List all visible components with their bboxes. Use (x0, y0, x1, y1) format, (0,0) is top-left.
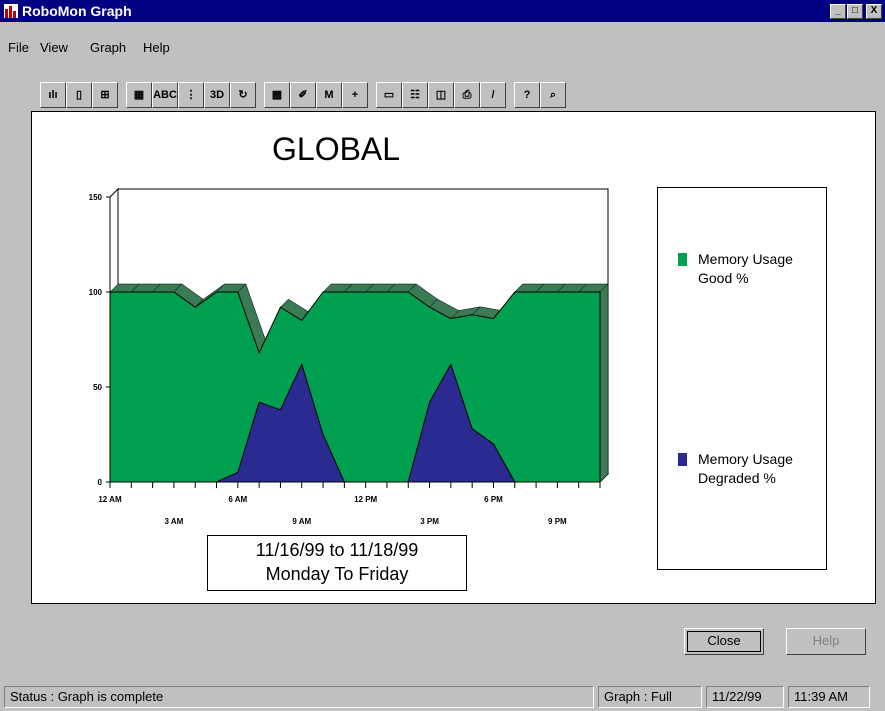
legend-icon: ☷ (410, 89, 420, 101)
date-range-box: 11/16/99 to 11/18/99 Monday To Friday (207, 535, 467, 591)
zoom-button[interactable]: ⌕ (540, 82, 566, 108)
marker-button[interactable]: M (316, 82, 342, 108)
help-button[interactable]: ? (514, 82, 540, 108)
help-button[interactable]: Help (786, 628, 866, 655)
menu-view[interactable]: View (40, 40, 68, 55)
bar-chart-button[interactable]: ılı (40, 82, 66, 108)
legend-swatch-good (678, 253, 687, 266)
title-bar: RoboMon Graph _ □ X (0, 0, 885, 22)
legend-label-degraded: Memory Usage Degraded % (698, 451, 793, 486)
pencil-button[interactable]: / (480, 82, 506, 108)
crosshair-button[interactable]: + (342, 82, 368, 108)
minimize-icon: _ (835, 5, 841, 16)
window-title: RoboMon Graph (22, 3, 132, 19)
pencil-icon: / (491, 89, 495, 101)
minimize-button[interactable]: _ (830, 4, 846, 19)
abc-text-button[interactable]: ABC (152, 82, 178, 108)
book-icon: ▯ (75, 89, 83, 101)
status-graph-mode: Graph : Full (598, 686, 702, 708)
grouped-bars-button[interactable]: ⊞ (92, 82, 118, 108)
x-tick-label: 3 AM (164, 517, 183, 526)
x-tick-label: 12 PM (354, 495, 377, 504)
title-icon: ▭ (383, 89, 395, 101)
x-tick-label: 12 AM (98, 495, 122, 504)
gridlines-icon: ⋮ (185, 89, 197, 101)
status-bar: Status : Graph is complete Graph : Full … (0, 683, 885, 711)
3d-button[interactable]: 3D (204, 82, 230, 108)
app-icon (4, 4, 18, 18)
menu-graph[interactable]: Graph (90, 40, 126, 55)
date-range: 11/16/99 to 11/18/99 (255, 540, 419, 560)
status-date: 11/22/99 (706, 686, 784, 708)
wand-icon: ✐ (298, 89, 308, 101)
good-series-side (599, 283, 609, 483)
close-icon: X (870, 5, 878, 16)
status-time: 11:39 AM (788, 686, 870, 708)
close-window-button[interactable]: X (866, 4, 882, 19)
menu-file[interactable]: File (8, 40, 29, 55)
gridlines-button[interactable]: ⋮ (178, 82, 204, 108)
tag-button[interactable]: ◫ (428, 82, 454, 108)
grouped-bars-icon: ⊞ (100, 89, 110, 101)
crosshair-icon: + (351, 89, 359, 101)
wand-button[interactable]: ✐ (290, 82, 316, 108)
data-grid-icon: ▦ (133, 89, 145, 101)
maximize-icon: □ (851, 5, 859, 16)
abc-text-icon: ABC (153, 89, 177, 101)
x-tick-label: 9 AM (292, 517, 311, 526)
marker-icon: M (324, 89, 334, 101)
tag-icon: ◫ (435, 89, 447, 101)
close-button[interactable]: Close (684, 628, 764, 655)
y-tick-label: 100 (89, 288, 103, 297)
book-button[interactable]: ▯ (66, 82, 92, 108)
area-chart: 150 100 50 0 12 AM 3 AM 6 AM 9 AM 12 PM 3 PM 6 PM 9… (89, 187, 610, 526)
x-tick-label: 3 PM (420, 517, 439, 526)
rotate-button[interactable]: ↻ (230, 82, 256, 108)
rotate-icon: ↻ (238, 89, 248, 101)
help-icon: ? (523, 89, 531, 101)
legend-swatch-degraded (678, 453, 687, 466)
good-series-area (109, 291, 601, 483)
title-button[interactable]: ▭ (376, 82, 402, 108)
day-range: Monday To Friday (265, 564, 409, 584)
maximize-button[interactable]: □ (847, 4, 863, 19)
y-tick-label: 150 (89, 193, 103, 202)
menu-help[interactable]: Help (143, 40, 170, 55)
robomon-window: RoboMon Graph _ □ X File View Graph Help… (0, 0, 885, 711)
pattern-icon: ▩ (271, 89, 283, 101)
x-tick-label: 6 AM (228, 495, 247, 504)
print-icon: ⎙ (462, 89, 472, 101)
x-tick-label: 6 PM (484, 495, 503, 504)
3d-icon: 3D (209, 89, 225, 101)
y-tick-label: 0 (98, 478, 103, 487)
legend-button[interactable]: ☷ (402, 82, 428, 108)
graph-panel: GLOBAL 150 100 50 0 12 AM 3 AM 6 AM 9 AM 12 PM 3 … (31, 111, 876, 604)
zoom-icon: ⌕ (549, 89, 557, 101)
print-button[interactable]: ⎙ (454, 82, 480, 108)
bar-chart-icon: ılı (48, 89, 58, 101)
x-tick-label: 9 PM (548, 517, 567, 526)
legend-label-good: Memory Usage Good % (698, 251, 793, 286)
data-grid-button[interactable]: ▦ (126, 82, 152, 108)
y-tick-label: 50 (93, 383, 102, 392)
legend: Memory Usage Good % Memory Usage Degrade… (657, 187, 827, 570)
pattern-button[interactable]: ▩ (264, 82, 290, 108)
status-text: Status : Graph is complete (4, 686, 594, 708)
